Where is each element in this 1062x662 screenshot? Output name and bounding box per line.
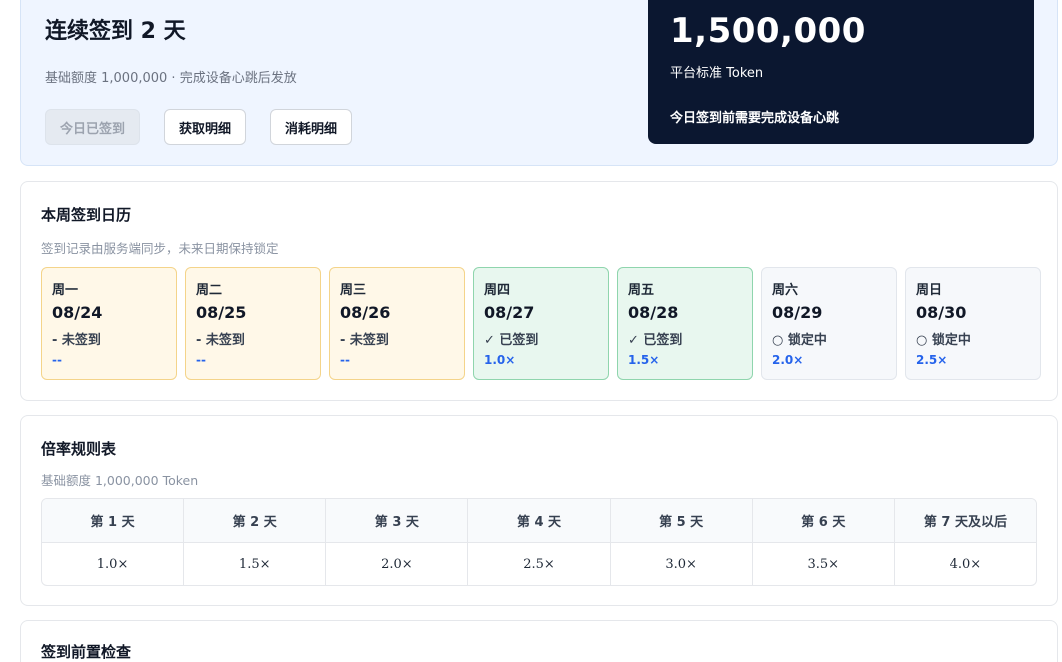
day-status: - 未签到 bbox=[340, 333, 389, 348]
table-header-cell: 第 4 天 bbox=[468, 499, 611, 542]
day-status: ○ 锁定中 bbox=[772, 333, 827, 348]
day-weekday: 周四 bbox=[484, 283, 511, 298]
streak-title: 连续签到 2 天 bbox=[45, 19, 186, 44]
day-multiplier: 2.5× bbox=[916, 353, 948, 367]
day-card-fri: 周五 08/28 ✓ 已签到 1.5× bbox=[617, 267, 753, 380]
reward-panel: 1,500,000 平台标准 Token 今日签到前需要完成设备心跳 bbox=[648, 0, 1034, 144]
table-header-cell: 第 7 天及以后 bbox=[923, 515, 1007, 530]
table-cell: 2.5× bbox=[468, 543, 611, 585]
table-cell: 3.5× bbox=[753, 543, 895, 585]
table-row: 1.0× 1.5× 2.0× 2.5× 3.0× 3.5× 4.0× bbox=[42, 543, 1036, 585]
calendar-subtitle: 签到记录由服务端同步，未来日期保持锁定 bbox=[41, 241, 279, 256]
signin-summary-card: 连续签到 2 天 基础额度 1,000,000 · 完成设备心跳后发放 今日已签… bbox=[20, 0, 1058, 166]
day-status: ✓ 已签到 bbox=[628, 333, 683, 348]
table-cell: 1.0× bbox=[42, 543, 185, 585]
earn-detail-button[interactable]: 获取明细 bbox=[164, 109, 246, 145]
day-date: 08/28 bbox=[628, 303, 679, 322]
day-card-mon: 周一 08/24 - 未签到 -- bbox=[41, 267, 177, 380]
day-status: - 未签到 bbox=[196, 333, 245, 348]
day-card-sat: 周六 08/29 ○ 锁定中 2.0× bbox=[761, 267, 897, 380]
calendar-days: 周一 08/24 - 未签到 -- 周二 08/25 - 未签到 -- 周三 0… bbox=[41, 267, 1041, 380]
table-header-row: 第 1 天 第 2 天 第 3 天 第 4 天 第 5 天 第 6 天 第 7 … bbox=[42, 499, 1036, 543]
table-cell: 4.0× bbox=[949, 556, 982, 572]
reward-amount: 1,500,000 bbox=[670, 11, 866, 51]
day-weekday: 周一 bbox=[52, 283, 79, 298]
signed-today-button[interactable]: 今日已签到 bbox=[45, 109, 140, 145]
rules-title: 倍率规则表 bbox=[41, 440, 117, 458]
table-cell: 3.0× bbox=[611, 543, 753, 585]
day-weekday: 周三 bbox=[340, 283, 367, 298]
precheck-title: 签到前置检查 bbox=[41, 643, 132, 661]
table-header-cell: 第 6 天 bbox=[753, 499, 895, 542]
rules-subtitle: 基础额度 1,000,000 Token bbox=[41, 473, 199, 488]
day-multiplier: 2.0× bbox=[772, 353, 804, 367]
streak-subtitle: 基础额度 1,000,000 · 完成设备心跳后发放 bbox=[45, 71, 297, 86]
day-multiplier: -- bbox=[52, 353, 62, 367]
precheck-card: 签到前置检查 bbox=[20, 620, 1058, 662]
calendar-title: 本周签到日历 bbox=[41, 206, 132, 224]
weekly-calendar-card: 本周签到日历 签到记录由服务端同步，未来日期保持锁定 周一 08/24 - 未签… bbox=[20, 181, 1058, 401]
spend-detail-button[interactable]: 消耗明细 bbox=[270, 109, 352, 145]
day-multiplier: 1.5× bbox=[628, 353, 660, 367]
day-date: 08/26 bbox=[340, 303, 391, 322]
day-status: ○ 锁定中 bbox=[916, 333, 971, 348]
day-card-tue: 周二 08/25 - 未签到 -- bbox=[185, 267, 321, 380]
day-status: ✓ 已签到 bbox=[484, 333, 539, 348]
reward-note: 今日签到前需要完成设备心跳 bbox=[670, 111, 840, 126]
table-header-cell: 第 2 天 bbox=[184, 499, 327, 542]
day-date: 08/24 bbox=[52, 303, 103, 322]
day-date: 08/27 bbox=[484, 303, 535, 322]
reward-unit: 平台标准 Token bbox=[670, 66, 764, 81]
day-card-wed: 周三 08/26 - 未签到 -- bbox=[329, 267, 465, 380]
day-multiplier: 1.0× bbox=[484, 353, 516, 367]
table-cell: 2.0× bbox=[326, 543, 469, 585]
table-cell: 1.5× bbox=[184, 543, 327, 585]
day-weekday: 周二 bbox=[196, 283, 223, 298]
rules-table: 第 1 天 第 2 天 第 3 天 第 4 天 第 5 天 第 6 天 第 7 … bbox=[41, 498, 1037, 586]
day-weekday: 周五 bbox=[628, 283, 655, 298]
multiplier-rules-card: 倍率规则表 基础额度 1,000,000 Token 第 1 天 第 2 天 第… bbox=[20, 415, 1058, 606]
day-card-thu: 周四 08/27 ✓ 已签到 1.0× bbox=[473, 267, 609, 380]
table-header-cell: 第 5 天 bbox=[611, 499, 753, 542]
day-date: 08/25 bbox=[196, 303, 247, 322]
day-weekday: 周日 bbox=[916, 283, 943, 298]
day-date: 08/30 bbox=[916, 303, 967, 322]
day-weekday: 周六 bbox=[772, 283, 799, 298]
day-card-sun: 周日 08/30 ○ 锁定中 2.5× bbox=[905, 267, 1041, 380]
day-status: - 未签到 bbox=[52, 333, 101, 348]
day-multiplier: -- bbox=[340, 353, 350, 367]
day-date: 08/29 bbox=[772, 303, 823, 322]
day-multiplier: -- bbox=[196, 353, 206, 367]
table-header-cell: 第 1 天 bbox=[42, 499, 185, 542]
table-header-cell: 第 3 天 bbox=[326, 499, 469, 542]
